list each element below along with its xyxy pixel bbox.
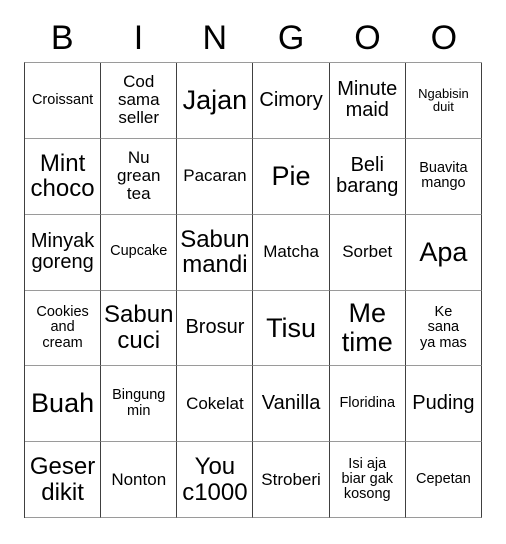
bingo-cell-label: Beli barang [336,154,399,198]
bingo-cell-label: Cokelat [186,393,244,413]
header-letter-2: I [133,19,144,57]
bingo-cell[interactable]: Mint choco [25,138,102,215]
bingo-cell[interactable]: Sabun mandi [177,214,254,291]
bingo-cell[interactable]: Ke sana ya mas [405,290,482,367]
bingo-cell-label: Floridina [339,395,396,412]
bingo-cell[interactable]: Sorbet [329,214,406,291]
bingo-cell[interactable]: Cimory [253,63,330,139]
bingo-cell[interactable]: Matcha [253,214,330,291]
bingo-cell-label: Ngabisin duit [418,85,469,115]
bingo-cell-label: Sorbet [342,242,393,262]
bingo-cell[interactable]: Minute maid [329,63,406,139]
bingo-cell-label: Vanilla [261,392,321,415]
header-letter-6: O [430,19,458,57]
bingo-cell-label: Tisu [266,312,317,343]
bingo-cell[interactable]: Nu grean tea [101,138,178,215]
bingo-grid: Croissant Cod sama seller Jajan Cimory Minut… [24,62,482,518]
bingo-cell[interactable]: Cokelat [177,366,254,443]
bingo-cell-label: Matcha [263,242,319,262]
bingo-cell[interactable]: Croissant [25,63,102,139]
bingo-cell-label: Croissant [31,91,94,108]
bingo-cell-label: You c1000 [182,453,248,506]
bingo-card: B I N G O O Croissant Cod sama seller Jaja… [0,0,506,544]
bingo-cell-label: Buah [31,388,95,419]
bingo-cell[interactable]: Cookies and cream [25,290,102,367]
bingo-cell-label: Brosur [185,316,245,339]
bingo-cell-label: Bingung min [112,387,166,419]
bingo-cell[interactable]: Pacaran [177,138,254,215]
bingo-cell-label: Mint choco [30,149,95,203]
bingo-cell[interactable]: Geser dikit [25,442,102,518]
bingo-cell[interactable]: Minyak goreng [25,214,102,291]
bingo-cell-label: Cimory [259,88,323,111]
bingo-cell[interactable]: Beli barang [329,138,406,215]
bingo-cell-label: Pacaran [183,166,247,186]
bingo-cell[interactable]: Tisu [253,290,330,367]
bingo-cell-label: Cepetan [415,470,471,487]
bingo-cell[interactable]: Cepetan [405,442,482,518]
bingo-cell-label: Cookies and cream [36,303,89,351]
bingo-cell-label: Ke sana ya mas [420,303,467,351]
header-letter-1: B [50,19,74,57]
bingo-cell[interactable]: Nonton [101,442,178,518]
bingo-cell-label: Cupcake [110,243,168,260]
bingo-cell-label: Minute maid [337,78,398,122]
bingo-cell[interactable]: Sabun cuci [101,290,178,367]
bingo-cell[interactable]: Bingung min [101,366,178,443]
bingo-cell-label: Buavita mango [419,159,468,192]
bingo-cell-label: Stroberi [261,469,321,489]
bingo-cell[interactable]: Jajan [177,63,254,139]
bingo-cell-label: Sabun mandi [180,225,250,279]
bingo-cell[interactable]: Puding [405,366,482,443]
bingo-cell[interactable]: Buah [25,366,102,443]
bingo-cell[interactable]: Me time [329,290,406,367]
header-letter-4: G [277,19,305,57]
bingo-cell[interactable]: You c1000 [177,442,254,518]
bingo-cell-label: Apa [419,236,468,267]
bingo-cell-label: Cod sama seller [117,72,160,128]
bingo-cell-label: Minyak goreng [30,229,95,274]
bingo-cell-label: Sabun cuci [104,301,174,354]
bingo-cell-label: Nonton [111,469,167,489]
bingo-cell[interactable]: Cupcake [101,214,178,291]
bingo-cell[interactable]: Vanilla [253,366,330,443]
bingo-cell[interactable]: Cod sama seller [101,63,178,139]
bingo-cell-label: Geser dikit [29,453,96,506]
bingo-cell[interactable]: Brosur [177,290,254,367]
bingo-cell-label: Pie [271,160,311,191]
bingo-cell-label: Puding [412,392,475,415]
bingo-cell[interactable]: Floridina [329,366,406,443]
bingo-cell[interactable]: Isi aja biar gak kosong [329,442,406,518]
bingo-cell[interactable]: Buavita mango [405,138,482,215]
bingo-cell-label: Jajan [182,85,248,116]
bingo-header-row: B I N G O O [24,14,482,62]
bingo-cell[interactable]: Stroberi [253,442,330,518]
bingo-cell-label: Nu grean tea [117,148,161,204]
header-letter-3: N [202,19,228,57]
bingo-cell-label: Me time [341,298,393,357]
header-letter-5: O [354,19,381,57]
bingo-cell[interactable]: Apa [405,214,482,291]
bingo-cell[interactable]: Pie [253,138,330,215]
bingo-cell[interactable]: Ngabisin duit [405,63,482,139]
bingo-cell-label: Isi aja biar gak kosong [341,455,394,503]
